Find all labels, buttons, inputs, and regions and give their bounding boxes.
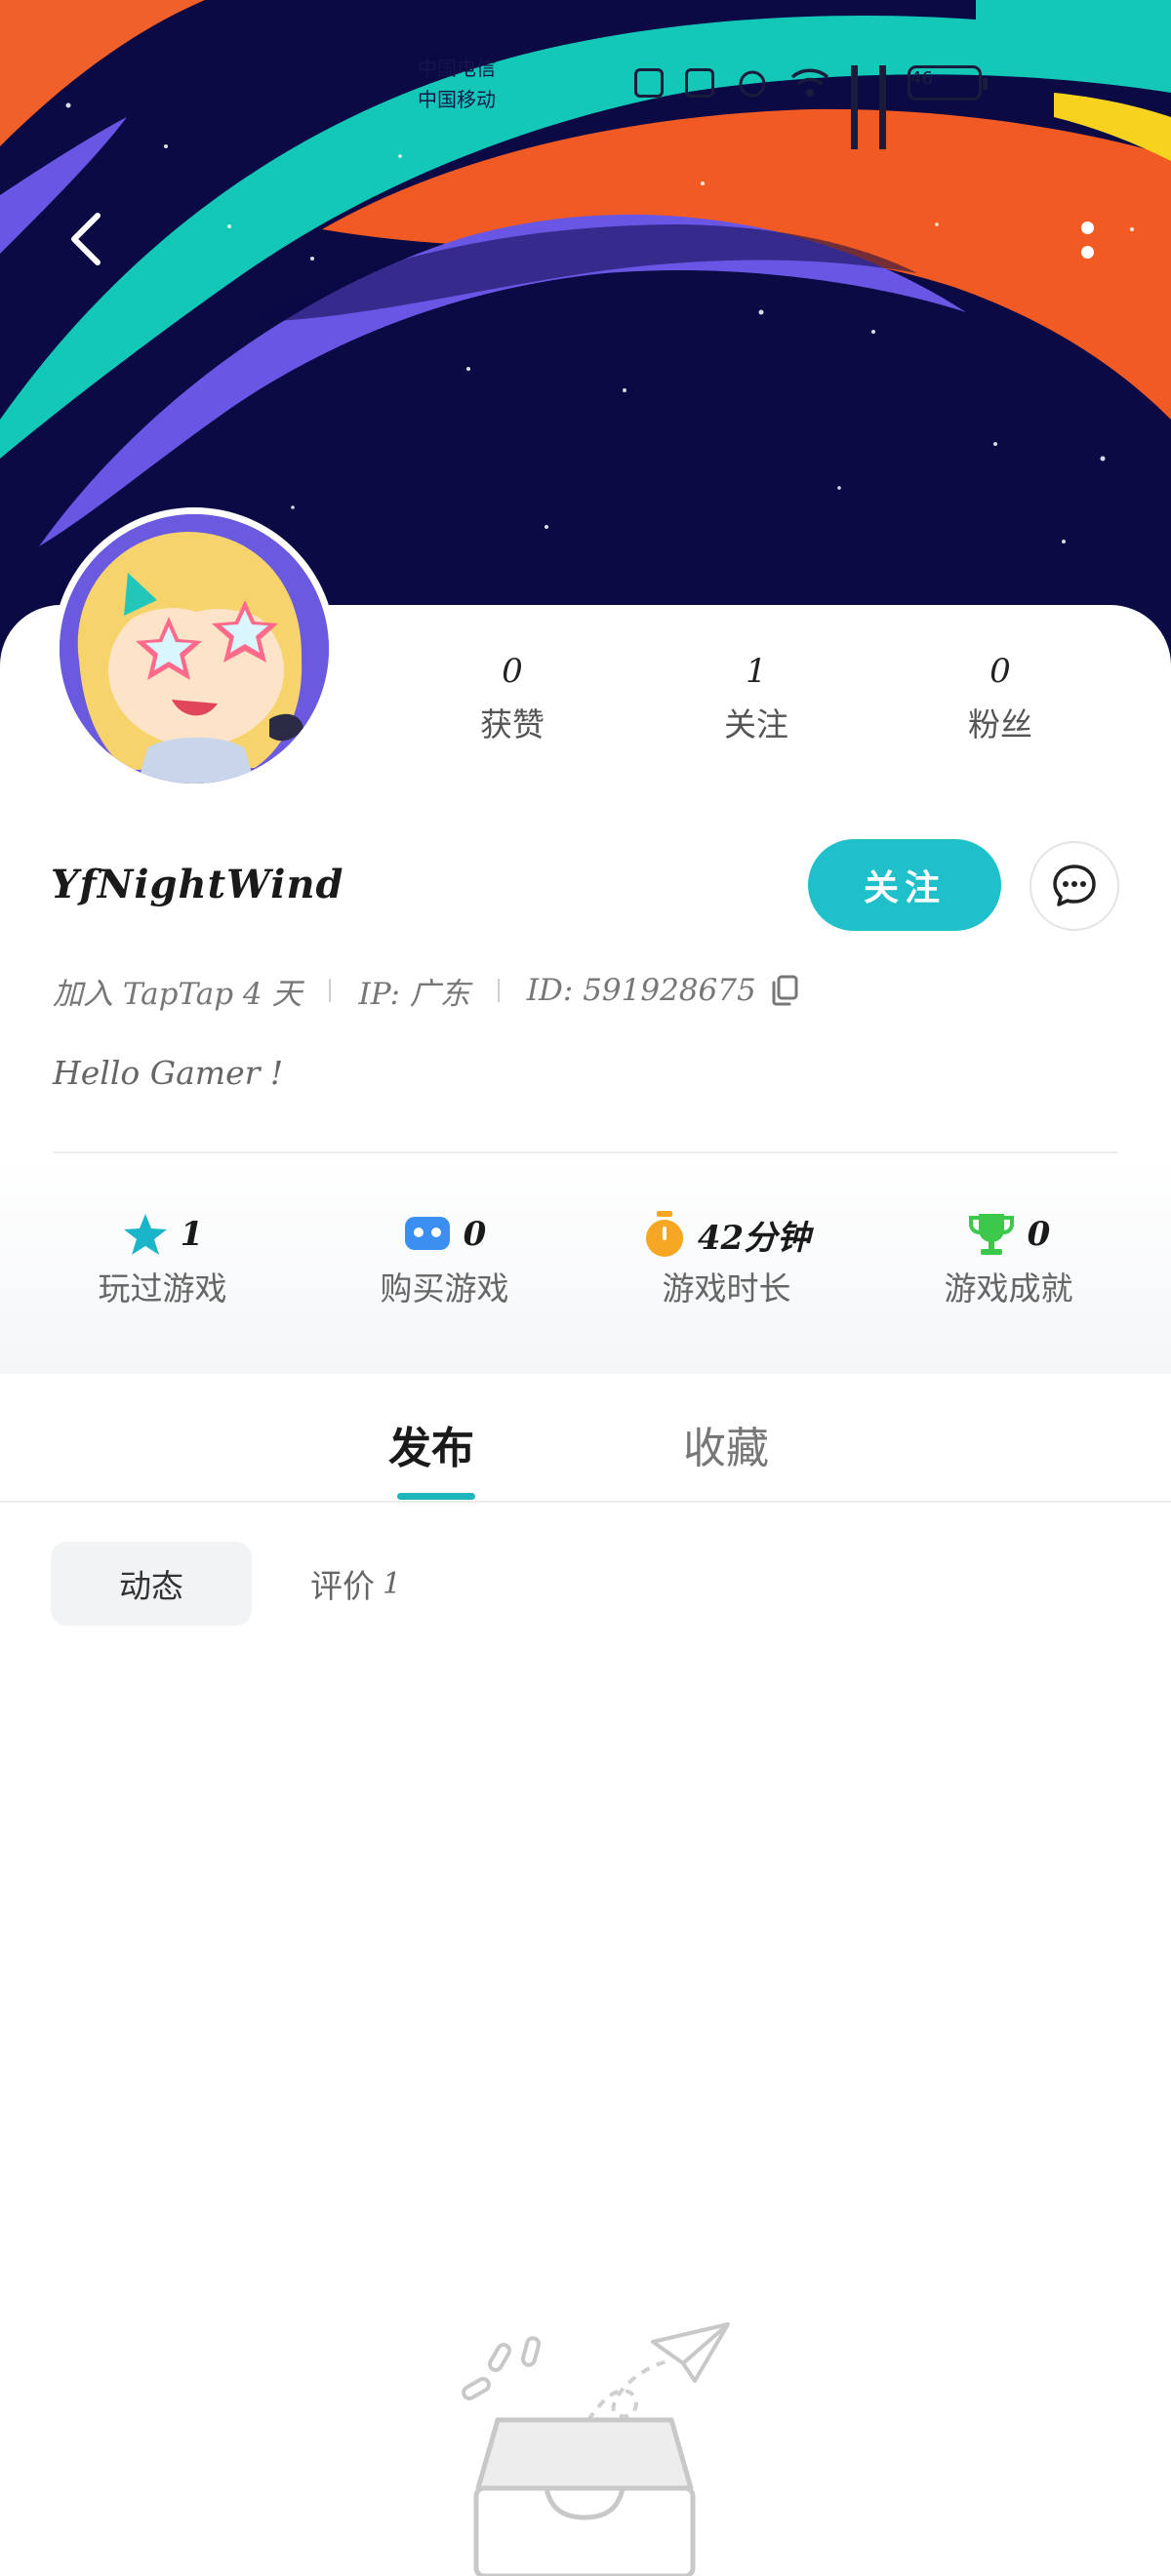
star-icon	[123, 1214, 167, 1255]
played-games-label: 玩过游戏	[98, 1269, 227, 1308]
empty-state-inbox-icon	[462, 2322, 730, 2576]
back-button[interactable]	[57, 205, 115, 273]
purchased-games-value: 0	[463, 1215, 487, 1254]
more-dot-icon	[1080, 221, 1094, 234]
notification-icon	[634, 68, 664, 98]
content-tabs: 发布 收藏	[0, 1374, 1171, 1503]
game-stats: 1 玩过游戏 0 购买游戏 42分钟 游戏时长 0 游戏成就	[21, 1206, 1150, 1333]
subtab-moments[interactable]: 动态	[51, 1542, 252, 1626]
profile-meta: 加入 TapTap 4 天 IP: 广东 ID: 591928675	[53, 964, 799, 1017]
carrier-1-label: 中国电信	[418, 57, 496, 80]
subtab-reviews[interactable]: 评价 1	[252, 1542, 401, 1626]
play-time-label: 游戏时长	[662, 1269, 791, 1308]
purchased-games[interactable]: 0 购买游戏	[303, 1206, 586, 1333]
stat-following[interactable]: 1 关注	[634, 644, 878, 771]
play-time-value: 42分钟	[697, 1218, 811, 1258]
trophy-icon	[968, 1214, 1014, 1255]
more-dot-icon	[1080, 246, 1094, 259]
stat-followers[interactable]: 0 粉丝	[878, 644, 1122, 771]
stat-following-label: 关注	[724, 705, 788, 744]
copy-id-button[interactable]	[770, 975, 799, 1006]
subtab-reviews-label: 评价	[310, 1567, 375, 1605]
played-games[interactable]: 1 玩过游戏	[21, 1206, 303, 1333]
stat-likes-value: 0	[502, 652, 523, 691]
meta-divider	[329, 979, 332, 1002]
stat-likes[interactable]: 0 获赞	[390, 644, 634, 771]
meta-divider	[497, 979, 500, 1002]
tab-indicator	[397, 1493, 475, 1500]
status-bar: 中国电信 中国移动 46	[0, 0, 1171, 149]
battery-level: 46	[910, 68, 933, 89]
copy-icon	[772, 975, 798, 1006]
timer-icon	[645, 1211, 683, 1257]
message-button[interactable]	[1030, 841, 1119, 931]
stat-likes-label: 获赞	[480, 705, 545, 744]
profile-bio: Hello Gamer !	[53, 1054, 284, 1092]
avatar[interactable]	[53, 507, 336, 790]
chat-bubble-icon	[1053, 865, 1096, 906]
subtab-reviews-count: 1	[383, 1566, 402, 1601]
alarm-icon	[739, 70, 766, 98]
stat-following-value: 1	[746, 652, 767, 691]
user-id: ID: 591928675	[526, 973, 756, 1008]
played-games-value: 1	[180, 1215, 204, 1254]
avatar-image	[60, 514, 329, 784]
wifi-icon	[790, 68, 829, 97]
profile-stats: 0 获赞 1 关注 0 粉丝	[390, 644, 1132, 771]
achievements-value: 0	[1027, 1215, 1051, 1254]
tab-favorites[interactable]: 收藏	[683, 1413, 769, 1485]
back-arrow-icon	[71, 213, 101, 265]
carrier-2-label: 中国移动	[418, 88, 496, 111]
achievements[interactable]: 0 游戏成就	[868, 1206, 1150, 1333]
username: YfNightWind	[51, 862, 344, 907]
more-options-button[interactable]	[1060, 210, 1114, 270]
ip-location: IP: 广东	[358, 976, 470, 1012]
follow-button[interactable]: 关注	[808, 839, 1001, 931]
achievements-label: 游戏成就	[944, 1269, 1073, 1308]
stat-followers-label: 粉丝	[968, 705, 1032, 744]
purchased-games-label: 购买游戏	[380, 1269, 509, 1308]
signal-2-icon	[879, 65, 886, 149]
joined-text: 加入 TapTap 4 天	[53, 976, 303, 1012]
status-icons: 46	[634, 60, 1112, 149]
stat-followers-value: 0	[989, 652, 1011, 691]
tab-publish[interactable]: 发布	[388, 1413, 474, 1485]
signal-1-icon	[851, 65, 858, 149]
play-time[interactable]: 42分钟 游戏时长	[586, 1206, 868, 1333]
gamepad-icon	[404, 1217, 450, 1250]
sub-tabs: 动态 评价 1	[51, 1542, 401, 1626]
battery-icon: 46	[908, 65, 988, 101]
app-icon	[685, 68, 714, 98]
carrier-labels: 中国电信 中国移动	[418, 53, 496, 115]
